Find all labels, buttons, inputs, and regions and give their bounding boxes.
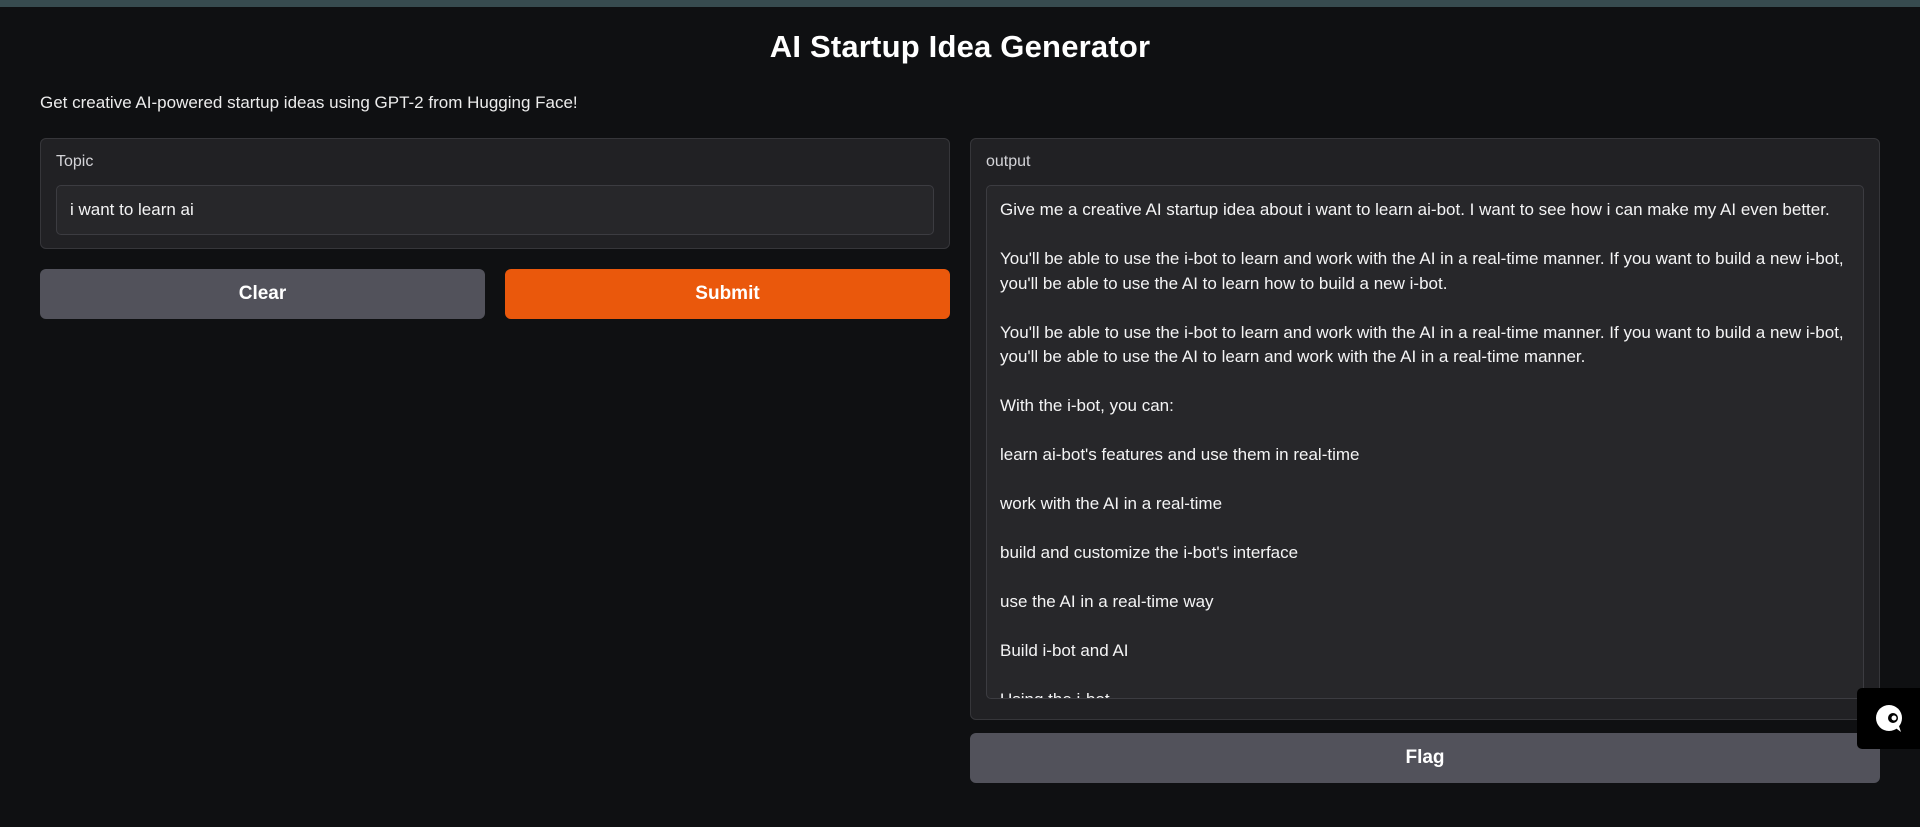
output-paragraph: use the AI in a real-time way xyxy=(1000,592,1214,611)
page-title: AI Startup Idea Generator xyxy=(769,29,1151,64)
output-paragraph: You'll be able to use the i-bot to learn… xyxy=(1000,322,1844,367)
output-paragraph: build and customize the i-bot's interfac… xyxy=(1000,543,1299,562)
output-panel: output Give me a creative AI startup ide… xyxy=(970,138,1880,720)
output-textarea[interactable]: Give me a creative AI startup idea about… xyxy=(986,185,1864,699)
output-paragraph: Build i-bot and AI xyxy=(1000,641,1129,660)
chat-widget-button[interactable] xyxy=(1857,688,1920,749)
submit-button[interactable]: Submit xyxy=(505,269,950,319)
output-paragraph: Give me a creative AI startup idea about… xyxy=(1000,200,1830,219)
top-accent-bar xyxy=(0,0,1920,7)
output-paragraph: learn ai-bot's features and use them in … xyxy=(1000,445,1360,464)
output-paragraph: work with the AI in a real-time xyxy=(1000,494,1223,513)
topic-panel: Topic xyxy=(40,138,950,249)
output-paragraph: With the i-bot, you can: xyxy=(1000,396,1174,415)
flag-button[interactable]: Flag xyxy=(970,733,1880,783)
output-paragraph: Using the i-bot xyxy=(1000,688,1850,698)
clear-button[interactable]: Clear xyxy=(40,269,485,319)
app-page: AI Startup Idea Generator Get creative A… xyxy=(0,7,1920,827)
page-description: Get creative AI-powered startup ideas us… xyxy=(40,93,578,112)
output-paragraph: You'll be able to use the i-bot to learn… xyxy=(1000,249,1844,293)
topic-input[interactable] xyxy=(56,185,934,235)
output-label: output xyxy=(986,153,1031,170)
topic-label: Topic xyxy=(56,153,94,170)
